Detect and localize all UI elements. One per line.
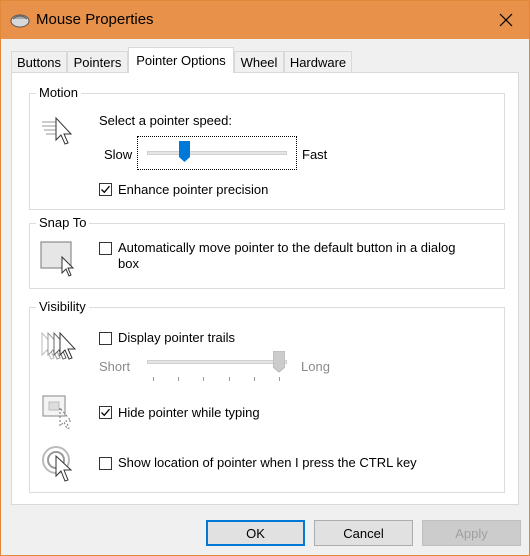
trails-tick bbox=[153, 377, 154, 381]
trails-tick bbox=[279, 377, 280, 381]
apply-button: Apply bbox=[422, 520, 521, 546]
visibility-group-title: Visibility bbox=[36, 299, 89, 314]
tab-pointers[interactable]: Pointers bbox=[67, 51, 128, 72]
close-button[interactable] bbox=[483, 1, 529, 39]
trails-slider-thumb bbox=[272, 350, 286, 376]
pointer-trails-slider bbox=[147, 350, 287, 385]
slow-label: Slow bbox=[104, 147, 133, 162]
tab-pointer-options[interactable]: Pointer Options bbox=[128, 47, 234, 73]
tab-buttons[interactable]: Buttons bbox=[11, 51, 67, 72]
hide-pointer-checkbox[interactable] bbox=[99, 406, 112, 419]
speed-slider-thumb[interactable] bbox=[179, 141, 190, 166]
hide-pointer-icon bbox=[42, 394, 78, 433]
motion-group: Motion Select a pointer speed: Slow Fast bbox=[29, 85, 505, 210]
trails-tick bbox=[203, 377, 204, 381]
enhance-precision-label[interactable]: Enhance pointer precision bbox=[118, 182, 268, 197]
hide-pointer-label[interactable]: Hide pointer while typing bbox=[118, 405, 260, 420]
mouse-properties-window: Mouse Properties Buttons Pointers Pointe… bbox=[0, 0, 530, 556]
visibility-group: Visibility Display pointer trails Short bbox=[29, 299, 505, 493]
trails-tick bbox=[229, 377, 230, 381]
close-icon bbox=[499, 13, 513, 27]
tab-wheel[interactable]: Wheel bbox=[234, 51, 284, 72]
enhance-precision-checkbox[interactable] bbox=[99, 183, 112, 196]
show-location-label[interactable]: Show location of pointer when I press th… bbox=[118, 455, 417, 470]
trails-tick bbox=[254, 377, 255, 381]
snap-to-group: Snap To Automatically move pointer to th… bbox=[29, 215, 505, 289]
snap-to-group-title: Snap To bbox=[36, 215, 90, 230]
pointer-speed-label: Select a pointer speed: bbox=[99, 113, 232, 128]
window-title: Mouse Properties bbox=[36, 11, 154, 28]
snap-to-icon bbox=[40, 239, 80, 280]
trails-tick bbox=[178, 377, 179, 381]
ok-button[interactable]: OK bbox=[206, 520, 305, 546]
pointer-trails-icon bbox=[40, 329, 80, 366]
mouse-app-icon bbox=[9, 11, 31, 29]
snap-to-checkbox[interactable] bbox=[99, 242, 112, 255]
speed-slider-track bbox=[147, 151, 287, 155]
checkmark-icon bbox=[101, 185, 110, 194]
long-label: Long bbox=[301, 359, 330, 374]
pointer-trails-label[interactable]: Display pointer trails bbox=[118, 330, 235, 345]
show-location-icon bbox=[42, 444, 78, 487]
snap-to-label-line2[interactable]: box bbox=[118, 256, 139, 271]
fast-label: Fast bbox=[302, 147, 328, 162]
cancel-button[interactable]: Cancel bbox=[314, 520, 413, 546]
motion-group-title: Motion bbox=[36, 85, 82, 100]
checkmark-icon bbox=[101, 408, 110, 417]
tab-panel: Motion Select a pointer speed: Slow Fast bbox=[11, 72, 519, 505]
show-location-checkbox[interactable] bbox=[99, 457, 112, 470]
trails-slider-track bbox=[147, 360, 287, 364]
tab-hardware[interactable]: Hardware bbox=[284, 51, 352, 72]
short-label: Short bbox=[99, 359, 131, 374]
pointer-speed-slider[interactable] bbox=[147, 138, 287, 168]
pointer-speed-icon bbox=[42, 116, 78, 149]
pointer-trails-checkbox[interactable] bbox=[99, 332, 112, 345]
title-bar[interactable]: Mouse Properties bbox=[1, 1, 529, 39]
snap-to-label-line1[interactable]: Automatically move pointer to the defaul… bbox=[118, 240, 456, 255]
